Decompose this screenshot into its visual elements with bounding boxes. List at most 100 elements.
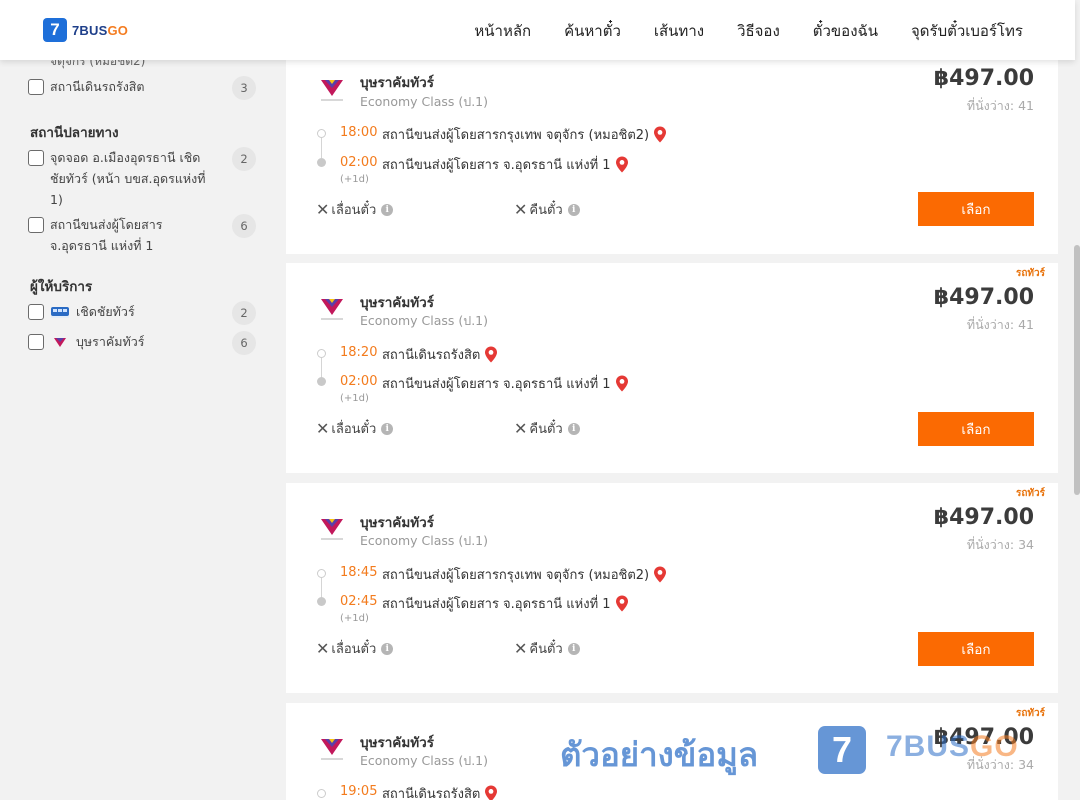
logo-mark-icon: 7: [43, 18, 67, 42]
change-policy[interactable]: ✕ เลื่อนตั๋ว i: [316, 638, 394, 659]
filter-count: 6: [232, 214, 256, 238]
page-scrollbar[interactable]: [1074, 245, 1080, 495]
departure-dot: [317, 569, 326, 578]
nav-how-to-book[interactable]: วิธีจอง: [737, 19, 780, 43]
seat-class: Economy Class (ป.1): [360, 533, 489, 548]
policy-label: คืนตั๋ว: [529, 642, 563, 657]
departure-dot: [317, 349, 326, 358]
seats-count: 41: [1018, 98, 1034, 113]
main-nav: หน้าหลัก ค้นหาตั๋ว เส้นทาง วิธีจอง ตั๋วข…: [441, 19, 1023, 43]
filter-count: 2: [232, 301, 256, 325]
station-name: สถานีเดินรถรังสิต: [382, 787, 481, 800]
next-day-indicator: (+1d): [340, 174, 369, 185]
watermark-brand-main: 7BUS: [886, 730, 971, 763]
info-icon[interactable]: i: [381, 422, 394, 435]
map-pin-icon[interactable]: [653, 566, 667, 583]
select-trip-button[interactable]: เลือก: [918, 192, 1034, 226]
diamond-logo-icon: [318, 513, 346, 543]
departure-time: 18:00: [340, 125, 378, 140]
not-allowed-icon: ✕: [514, 419, 528, 438]
checkbox[interactable]: [28, 150, 44, 166]
not-allowed-icon: ✕: [316, 639, 330, 658]
change-policy[interactable]: ✕ เลื่อนตั๋ว i: [316, 418, 394, 439]
nav-search-ticket[interactable]: ค้นหาตั๋ว: [564, 19, 621, 43]
filter-count: 6: [232, 331, 256, 355]
refund-policy[interactable]: ✕ คืนตั๋ว i: [514, 199, 580, 220]
filter-operator-busaracom[interactable]: บุษราคัมทัวร์ 6: [28, 331, 256, 355]
trip-card: บุษราคัมทัวร์ Economy Class (ป.1) ฿497.0…: [286, 60, 1058, 254]
station-name: สถานีขนส่งผู้โดยสาร จ.อุดรธานี แห่งที่ 1: [382, 377, 611, 392]
checkbox[interactable]: [28, 217, 44, 233]
nav-pickup-points[interactable]: จุดรับตั๋วเบอร์โทร: [911, 19, 1023, 43]
departure-station[interactable]: สถานีขนส่งผู้โดยสารกรุงเทพ จตุจักร (หมอช…: [382, 564, 667, 585]
info-icon[interactable]: i: [567, 642, 580, 655]
refund-policy[interactable]: ✕ คืนตั๋ว i: [514, 638, 580, 659]
seat-class: Economy Class (ป.1): [360, 94, 489, 109]
destination-filter-title: สถานีปลายทาง: [30, 125, 119, 141]
seat-class: Economy Class (ป.1): [360, 313, 489, 328]
filter-operator-cherdchai[interactable]: เชิดชัยทัวร์ 2: [28, 301, 256, 325]
map-pin-icon[interactable]: [615, 156, 629, 173]
info-icon[interactable]: i: [381, 642, 394, 655]
nav-my-tickets[interactable]: ตั๋วของฉัน: [813, 19, 878, 43]
arrival-station[interactable]: สถานีขนส่งผู้โดยสาร จ.อุดรธานี แห่งที่ 1: [382, 373, 629, 394]
info-icon[interactable]: i: [567, 422, 580, 435]
departure-dot: [317, 789, 326, 798]
departure-station[interactable]: สถานีขนส่งผู้โดยสารกรุงเทพ จตุจักร (หมอช…: [382, 124, 667, 145]
next-day-indicator: (+1d): [340, 613, 369, 624]
bus-logo-icon: [50, 304, 70, 320]
seats-label: ที่นั่งว่าง:: [966, 98, 1015, 113]
not-allowed-icon: ✕: [316, 200, 330, 219]
departure-station[interactable]: สถานีเดินรถรังสิต: [382, 783, 498, 800]
diamond-logo-icon: [318, 733, 346, 763]
nav-home[interactable]: หน้าหลัก: [474, 19, 531, 43]
arrival-dot: [317, 158, 326, 167]
operator-name: บุษราคัมทัวร์: [360, 75, 434, 91]
brand-logo[interactable]: 7 7BUSGO: [43, 18, 128, 42]
select-trip-button[interactable]: เลือก: [918, 412, 1034, 446]
departure-station[interactable]: สถานีเดินรถรังสิต: [382, 344, 498, 365]
checkbox[interactable]: [28, 79, 44, 95]
trip-card: รถทัวร์ บุษราคัมทัวร์ Economy Class (ป.1…: [286, 263, 1058, 473]
checkbox[interactable]: [28, 334, 44, 350]
filter-count: 3: [232, 76, 256, 100]
operator-name: บุษราคัมทัวร์: [76, 334, 145, 349]
filter-label: สถานีเดินรถรังสิต: [50, 79, 145, 94]
filter-dest-udon-terminal[interactable]: สถานีขนส่งผู้โดยสาร จ.อุดรธานี แห่งที่ 1…: [28, 214, 256, 256]
sample-data-watermark: ตัวอย่างข้อมูล: [560, 735, 759, 774]
ticket-price: ฿497.00: [933, 66, 1034, 91]
refund-policy[interactable]: ✕ คืนตั๋ว i: [514, 418, 580, 439]
select-trip-button[interactable]: เลือก: [918, 632, 1034, 666]
logo-text-main: 7BUS: [72, 22, 108, 38]
operator-filter-title: ผู้ให้บริการ: [30, 279, 93, 295]
departure-time: 19:05: [340, 784, 378, 799]
map-pin-icon[interactable]: [615, 595, 629, 612]
policy-label: คืนตั๋ว: [529, 203, 563, 218]
filter-dest-cherdchai[interactable]: จุดจอด อ.เมืองอุดรธานี เชิดชัยทัวร์ (หน้…: [28, 147, 256, 210]
info-icon[interactable]: i: [381, 203, 394, 216]
filter-label: สถานีขนส่งผู้โดยสาร จ.อุดรธานี แห่งที่ 1: [50, 217, 163, 253]
nav-routes[interactable]: เส้นทาง: [654, 19, 704, 43]
filter-origin-rangsit[interactable]: สถานีเดินรถรังสิต 3: [28, 76, 256, 100]
map-pin-icon[interactable]: [484, 346, 498, 363]
info-icon[interactable]: i: [567, 203, 580, 216]
seats-available: ที่นั่งว่าง: 34: [967, 535, 1034, 555]
not-allowed-icon: ✕: [316, 419, 330, 438]
map-pin-icon[interactable]: [653, 126, 667, 143]
arrival-time: 02:45: [340, 594, 378, 609]
map-pin-icon[interactable]: [484, 785, 498, 800]
policy-label: คืนตั๋ว: [529, 422, 563, 437]
bus-type-tag: รถทัวร์: [1015, 488, 1045, 499]
policy-label: เลื่อนตั๋ว: [331, 422, 377, 437]
seat-class: Economy Class (ป.1): [360, 753, 489, 768]
seats-count: 34: [1018, 757, 1034, 772]
departure-dot: [317, 129, 326, 138]
seats-available: ที่นั่งว่าง: 41: [967, 96, 1034, 116]
change-policy[interactable]: ✕ เลื่อนตั๋ว i: [316, 199, 394, 220]
ticket-price: ฿497.00: [933, 285, 1034, 310]
checkbox[interactable]: [28, 304, 44, 320]
arrival-station[interactable]: สถานีขนส่งผู้โดยสาร จ.อุดรธานี แห่งที่ 1: [382, 154, 629, 175]
map-pin-icon[interactable]: [615, 375, 629, 392]
top-header: 7 7BUSGO หน้าหลัก ค้นหาตั๋ว เส้นทาง วิธี…: [0, 0, 1075, 60]
arrival-station[interactable]: สถานีขนส่งผู้โดยสาร จ.อุดรธานี แห่งที่ 1: [382, 593, 629, 614]
